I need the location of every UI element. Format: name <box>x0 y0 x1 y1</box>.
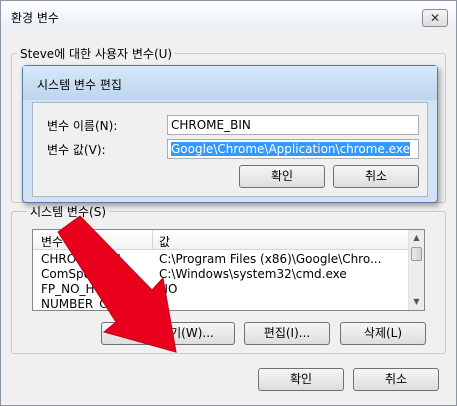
red-arrow-annotation <box>57 215 177 353</box>
arrow-icon <box>57 215 177 353</box>
